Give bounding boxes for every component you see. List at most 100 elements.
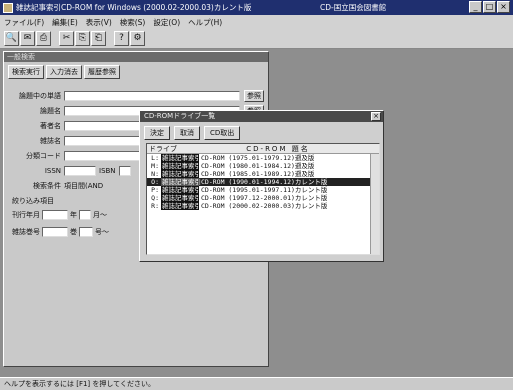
- disc-title: CD-ROM (1990.01-1994.12)カレント版: [201, 178, 328, 186]
- list-item[interactable]: N: 雑誌記事索引 CD-ROM (1985.01-1989.12)遡及版: [147, 170, 379, 178]
- isbn-label: ISBN: [99, 166, 116, 175]
- status-bar: ヘルプを表示するには [F1] を押してください。: [0, 377, 513, 390]
- narrow-text: 絞り込み項目: [12, 196, 54, 205]
- disc-title: CD-ROM (1985.01-1989.12)遡及版: [201, 170, 315, 178]
- history-button[interactable]: 履歴参照: [84, 65, 120, 79]
- author-input[interactable]: [64, 120, 140, 131]
- field-label: 論題中の単語: [19, 91, 61, 100]
- row-number: 雑誌巻号 巻 号～: [12, 226, 111, 237]
- list-item[interactable]: R: 雑誌記事索引 CD-ROM (2000.02-2000.03)カレント版: [147, 202, 379, 210]
- list-item[interactable]: Q: 雑誌記事索引 CD-ROM (1997.12-2000.01)カレント版: [147, 194, 379, 202]
- cdrom-drive-dialog: CD-ROMドライブ一覧 × 決定 取消 CD取出 ドライブ CD-ROM 題名…: [139, 110, 384, 262]
- copy-icon[interactable]: ⎘: [75, 31, 90, 46]
- menu-bar: ファイル(F) 編集(E) 表示(V) 検索(S) 設定(O) ヘルプ(H): [0, 15, 513, 29]
- disc-title: CD-ROM (1995.01-1997.11)カレント版: [201, 186, 328, 194]
- class-code-input[interactable]: [64, 150, 140, 161]
- year-input[interactable]: [42, 209, 68, 220]
- row-author: 著者名: [8, 120, 140, 131]
- menu-view[interactable]: 表示(V): [86, 17, 112, 28]
- header-drive: ドライブ: [149, 145, 177, 153]
- print-icon[interactable]: ⎙: [36, 31, 51, 46]
- mail-icon[interactable]: ✉: [20, 31, 35, 46]
- row-journal: 雑誌名: [8, 135, 140, 146]
- cancel-button[interactable]: 取消: [174, 126, 200, 140]
- panel-title: 一般検索: [4, 52, 268, 62]
- field-label: 雑誌名: [40, 136, 61, 145]
- drive-letter: O:: [151, 178, 159, 186]
- minimize-button[interactable]: _: [469, 1, 482, 13]
- field-label: 著者名: [40, 121, 61, 130]
- list-item[interactable]: O: 雑誌記事索引 CD-ROM (1990.01-1994.12)カレント版: [147, 178, 379, 186]
- disc-name: 雑誌記事索引: [161, 170, 201, 178]
- row-date: 刊行年月 年 月～: [12, 209, 109, 220]
- maximize-button[interactable]: □: [483, 1, 496, 13]
- disc-name: 雑誌記事索引: [161, 194, 201, 202]
- isbn-input[interactable]: [118, 165, 131, 176]
- disc-name: 雑誌記事索引: [161, 154, 201, 162]
- list-item[interactable]: P: 雑誌記事索引 CD-ROM (1995.01-1997.11)カレント版: [147, 186, 379, 194]
- month-input[interactable]: [79, 209, 91, 220]
- clear-input-button[interactable]: 入力消去: [46, 65, 82, 79]
- list-item[interactable]: M: 雑誌記事索引 CD-ROM (1980.01-1984.12)遡及版: [147, 162, 379, 170]
- window-title: 雑誌記事索引CD-ROM for Windows (2000.02-2000.0…: [16, 3, 252, 12]
- row-issn: ISSN ISBN: [8, 165, 131, 176]
- condition-label: 検索条件: [33, 181, 61, 190]
- close-button[interactable]: ×: [497, 1, 510, 13]
- volume-label: 巻: [70, 227, 77, 236]
- dialog-title: CD-ROMドライブ一覧 ×: [140, 111, 383, 122]
- drive-letter: N:: [151, 170, 159, 178]
- ok-button[interactable]: 決定: [144, 126, 170, 140]
- drive-letter: P:: [151, 186, 159, 194]
- issn-input[interactable]: [64, 165, 96, 176]
- toolbar: 🔍 ✉ ⎙ ✂ ⎘ ⎗ ? ⚙: [0, 29, 513, 49]
- menu-help[interactable]: ヘルプ(H): [188, 17, 222, 28]
- eject-cd-button[interactable]: CD取出: [204, 126, 241, 140]
- settings-icon[interactable]: ⚙: [130, 31, 145, 46]
- issn-label: ISSN: [44, 166, 61, 175]
- search-icon[interactable]: 🔍: [4, 31, 19, 46]
- list-scrollbar[interactable]: [370, 154, 379, 254]
- list-header: ドライブ CD-ROM 題名: [147, 144, 379, 154]
- volume-input[interactable]: [42, 226, 68, 237]
- header-title: CD-ROM 題名: [246, 145, 310, 153]
- menu-file[interactable]: ファイル(F): [4, 17, 44, 28]
- drive-letter: Q:: [151, 194, 159, 202]
- app-icon: [3, 2, 13, 13]
- month-label: 月～: [93, 210, 107, 219]
- disc-title: CD-ROM (1997.12-2000.01)カレント版: [201, 194, 328, 202]
- title-bar: 雑誌記事索引CD-ROM for Windows (2000.02-2000.0…: [0, 0, 513, 15]
- ref-button-keyword[interactable]: 参照: [244, 90, 264, 102]
- disc-name: 雑誌記事索引: [161, 178, 201, 186]
- row-keyword: 論題中の単語: [8, 90, 240, 101]
- drive-letter: M:: [151, 162, 159, 170]
- dialog-title-text: CD-ROMドライブ一覧: [144, 112, 216, 120]
- dialog-close-button[interactable]: ×: [371, 112, 381, 121]
- keyword-input[interactable]: [64, 90, 240, 101]
- condition-value[interactable]: 項目間(AND: [64, 181, 103, 191]
- year-label: 年: [70, 210, 77, 219]
- drive-letter: L:: [151, 154, 159, 162]
- disc-name: 雑誌記事索引: [161, 162, 201, 170]
- issue-input[interactable]: [79, 226, 93, 237]
- menu-search[interactable]: 検索(S): [120, 17, 146, 28]
- field-label: 論題名: [40, 106, 61, 115]
- date-label: 刊行年月: [12, 210, 40, 219]
- disc-title: CD-ROM (1975.01-1979.12)遡及版: [201, 154, 315, 162]
- disc-name: 雑誌記事索引: [161, 186, 201, 194]
- issue-label: 号～: [95, 227, 109, 236]
- list-item[interactable]: L: 雑誌記事索引 CD-ROM (1975.01-1979.12)遡及版: [147, 154, 379, 162]
- menu-edit[interactable]: 編集(E): [52, 17, 78, 28]
- disc-title: CD-ROM (1980.01-1984.12)遡及版: [201, 162, 315, 170]
- menu-settings[interactable]: 設定(O): [153, 17, 180, 28]
- row-condition: 検索条件 項目間(AND: [8, 180, 103, 191]
- disc-name: 雑誌記事索引: [161, 202, 201, 210]
- title-center-text: CD-国立国会図書館: [320, 3, 387, 12]
- paste-icon[interactable]: ⎗: [91, 31, 106, 46]
- drive-letter: R:: [151, 202, 159, 210]
- field-label: 分類コード: [26, 151, 61, 160]
- cut-icon[interactable]: ✂: [59, 31, 74, 46]
- journal-input[interactable]: [64, 135, 140, 146]
- help-icon[interactable]: ?: [114, 31, 129, 46]
- execute-search-button[interactable]: 検索実行: [8, 65, 44, 79]
- drive-list[interactable]: ドライブ CD-ROM 題名 L: 雑誌記事索引 CD-ROM (1975.01-1…: [146, 143, 380, 255]
